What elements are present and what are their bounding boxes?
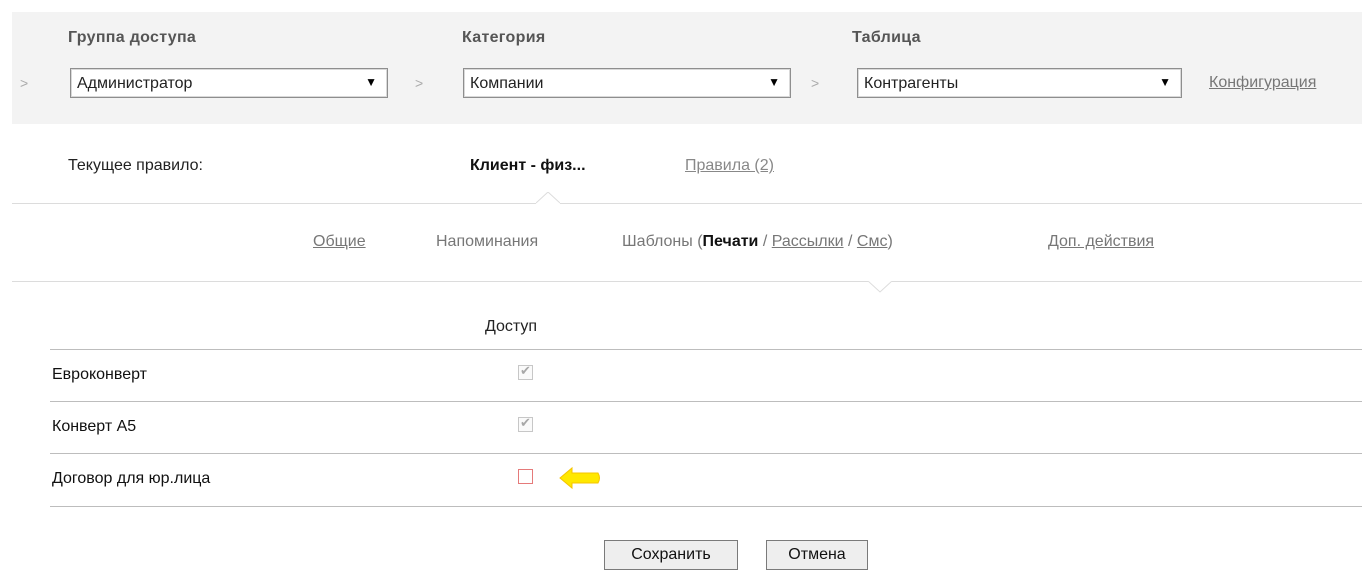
divider <box>12 203 536 204</box>
access-group-label: Группа доступа <box>68 29 197 46</box>
breadcrumb-separator: > <box>415 75 424 91</box>
row-name: Конверт А5 <box>52 418 137 435</box>
configuration-link[interactable]: Конфигурация <box>1209 74 1316 92</box>
column-header-access: Доступ <box>485 318 538 335</box>
category-label: Категория <box>462 29 546 46</box>
rules-link[interactable]: Правила (2) <box>685 157 774 175</box>
current-rule-name: Клиент - физ... <box>470 157 586 174</box>
check-icon: ✔ <box>520 363 531 378</box>
table-value: Контрагенты <box>864 75 959 92</box>
highlight-arrow-icon <box>559 466 600 490</box>
chevron-down-icon: ▼ <box>768 75 780 89</box>
divider <box>12 281 868 282</box>
tab-extra-actions[interactable]: Доп. действия <box>1048 233 1154 251</box>
tab-templates-mailings[interactable]: Рассылки <box>772 233 844 250</box>
table-row: Евроконверт ✔ <box>50 349 1362 401</box>
current-rule-label: Текущее правило: <box>68 157 203 174</box>
tab-templates: Шаблоны (Печати / Рассылки / Смс) <box>622 233 893 251</box>
chevron-down-icon: ▼ <box>365 75 377 89</box>
tab-general[interactable]: Общие <box>313 233 366 251</box>
access-checkbox[interactable]: ✔ <box>518 363 533 380</box>
divider-notch <box>868 281 892 293</box>
access-checkbox[interactable] <box>518 469 533 484</box>
divider-notch <box>536 192 560 204</box>
check-icon: ✔ <box>520 415 531 430</box>
table-row: Договор для юр.лица <box>50 453 1362 507</box>
table-select[interactable]: Контрагенты ▼ <box>857 68 1182 98</box>
table-row: Конверт А5 ✔ <box>50 401 1362 453</box>
divider <box>892 281 1362 282</box>
row-name: Евроконверт <box>52 366 147 383</box>
current-rule-row: Текущее правило: Клиент - физ... Правила… <box>0 157 1362 181</box>
divider <box>560 203 1362 204</box>
chevron-down-icon: ▼ <box>1159 75 1171 89</box>
tab-templates-prefix: Шаблоны ( <box>622 233 703 250</box>
tab-separator: / <box>762 233 768 250</box>
access-group-value: Администратор <box>77 75 193 92</box>
cancel-button[interactable]: Отмена <box>766 540 868 570</box>
filter-bar: > Группа доступа Администратор ▼ > Катег… <box>12 12 1362 124</box>
tab-templates-close: ) <box>887 233 893 250</box>
tab-reminders[interactable]: Напоминания <box>436 233 538 251</box>
tab-templates-sms[interactable]: Смс <box>857 233 888 250</box>
table-label: Таблица <box>852 29 921 46</box>
access-group-select[interactable]: Администратор ▼ <box>70 68 388 98</box>
tab-templates-print[interactable]: Печати <box>703 233 759 250</box>
tab-separator: / <box>848 233 853 250</box>
breadcrumb-separator: > <box>811 75 820 91</box>
save-button[interactable]: Сохранить <box>604 540 738 570</box>
breadcrumb-separator: > <box>20 75 29 91</box>
tabs-bar: Общие Напоминания Шаблоны (Печати / Расс… <box>0 233 1362 255</box>
category-select[interactable]: Компании ▼ <box>463 68 791 98</box>
access-checkbox[interactable]: ✔ <box>518 415 533 432</box>
row-name: Договор для юр.лица <box>52 470 211 487</box>
category-value: Компании <box>470 75 544 92</box>
